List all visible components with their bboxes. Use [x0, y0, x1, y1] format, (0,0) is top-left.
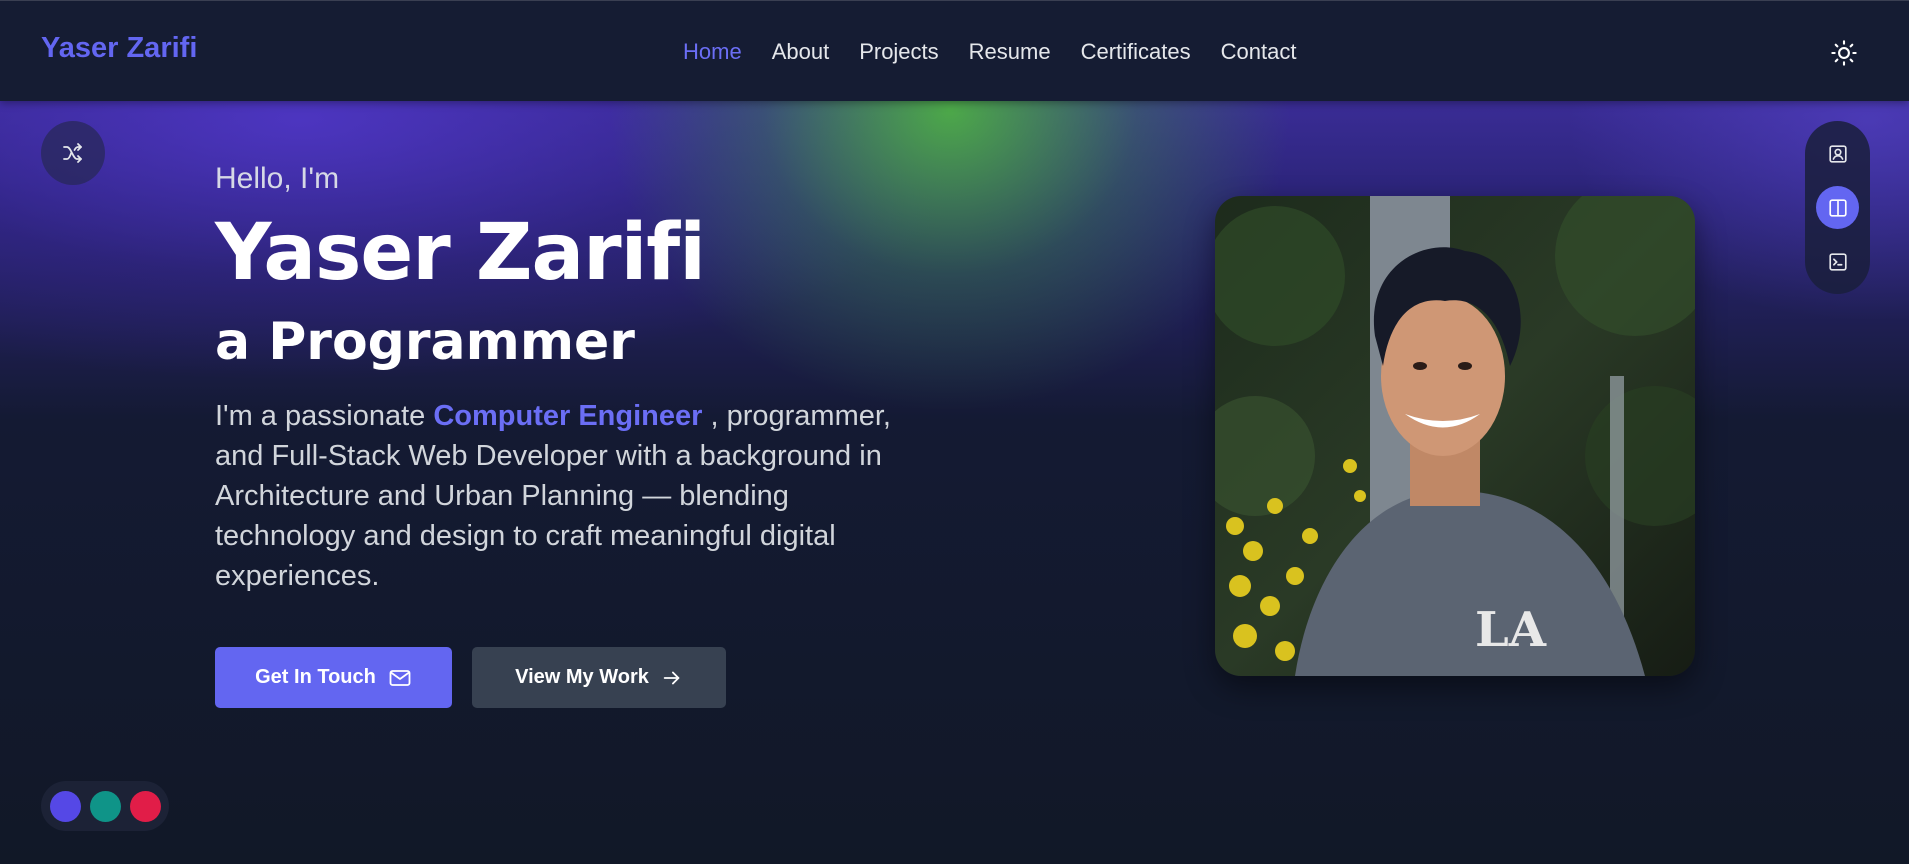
nav-home[interactable]: Home — [683, 39, 742, 65]
brand-logo[interactable]: Yaser Zarifi — [41, 32, 197, 65]
hero-role: a Programmer — [215, 312, 635, 372]
hero-name: Yaser Zarifi — [215, 208, 706, 298]
side-toolbar — [1805, 121, 1870, 294]
color-swatch-indigo[interactable] — [49, 790, 81, 822]
view-my-work-label: View My Work — [515, 666, 649, 688]
arrow-right-icon — [663, 671, 680, 684]
hero-content: Hello, I'm Yaser Zarifi a Programmer I'm… — [215, 162, 935, 596]
description-highlight: Computer Engineer — [433, 400, 703, 432]
terminal-icon — [1828, 252, 1847, 271]
get-in-touch-button[interactable]: Get In Touch — [215, 647, 452, 708]
description-prefix: I'm a passionate — [215, 400, 434, 432]
nav-contact[interactable]: Contact — [1221, 39, 1297, 65]
hero-greeting: Hello, I'm — [215, 162, 340, 195]
theme-toggle-button[interactable] — [1828, 37, 1860, 69]
color-swatch-teal[interactable] — [89, 790, 121, 822]
contact-card-icon — [1828, 144, 1847, 163]
shuffle-icon — [63, 143, 82, 163]
color-swatch-rose[interactable] — [129, 790, 161, 822]
split-layout-button[interactable] — [1816, 186, 1859, 229]
terminal-button[interactable] — [1816, 240, 1859, 283]
svg-text:LA: LA — [1475, 602, 1547, 658]
nav-links: Home About Projects Resume Certificates … — [683, 39, 1296, 65]
nav-about[interactable]: About — [772, 39, 830, 65]
mail-icon — [389, 669, 411, 686]
navbar: Yaser Zarifi Home About Projects Resume … — [0, 0, 1909, 101]
color-theme-picker — [41, 781, 169, 831]
nav-projects[interactable]: Projects — [859, 39, 938, 65]
get-in-touch-label: Get In Touch — [255, 666, 376, 688]
sun-icon — [1831, 40, 1857, 66]
shuffle-button[interactable] — [41, 121, 105, 185]
nav-resume[interactable]: Resume — [969, 39, 1051, 65]
split-layout-icon — [1828, 198, 1847, 217]
hero-actions: Get In Touch View My Work — [215, 647, 726, 708]
view-my-work-button[interactable]: View My Work — [472, 647, 726, 708]
hero-description: I'm a passionate Computer Engineer , pro… — [215, 396, 925, 596]
contact-card-button[interactable] — [1816, 132, 1859, 175]
nav-certificates[interactable]: Certificates — [1081, 39, 1191, 65]
profile-photo: LA — [1215, 196, 1695, 676]
